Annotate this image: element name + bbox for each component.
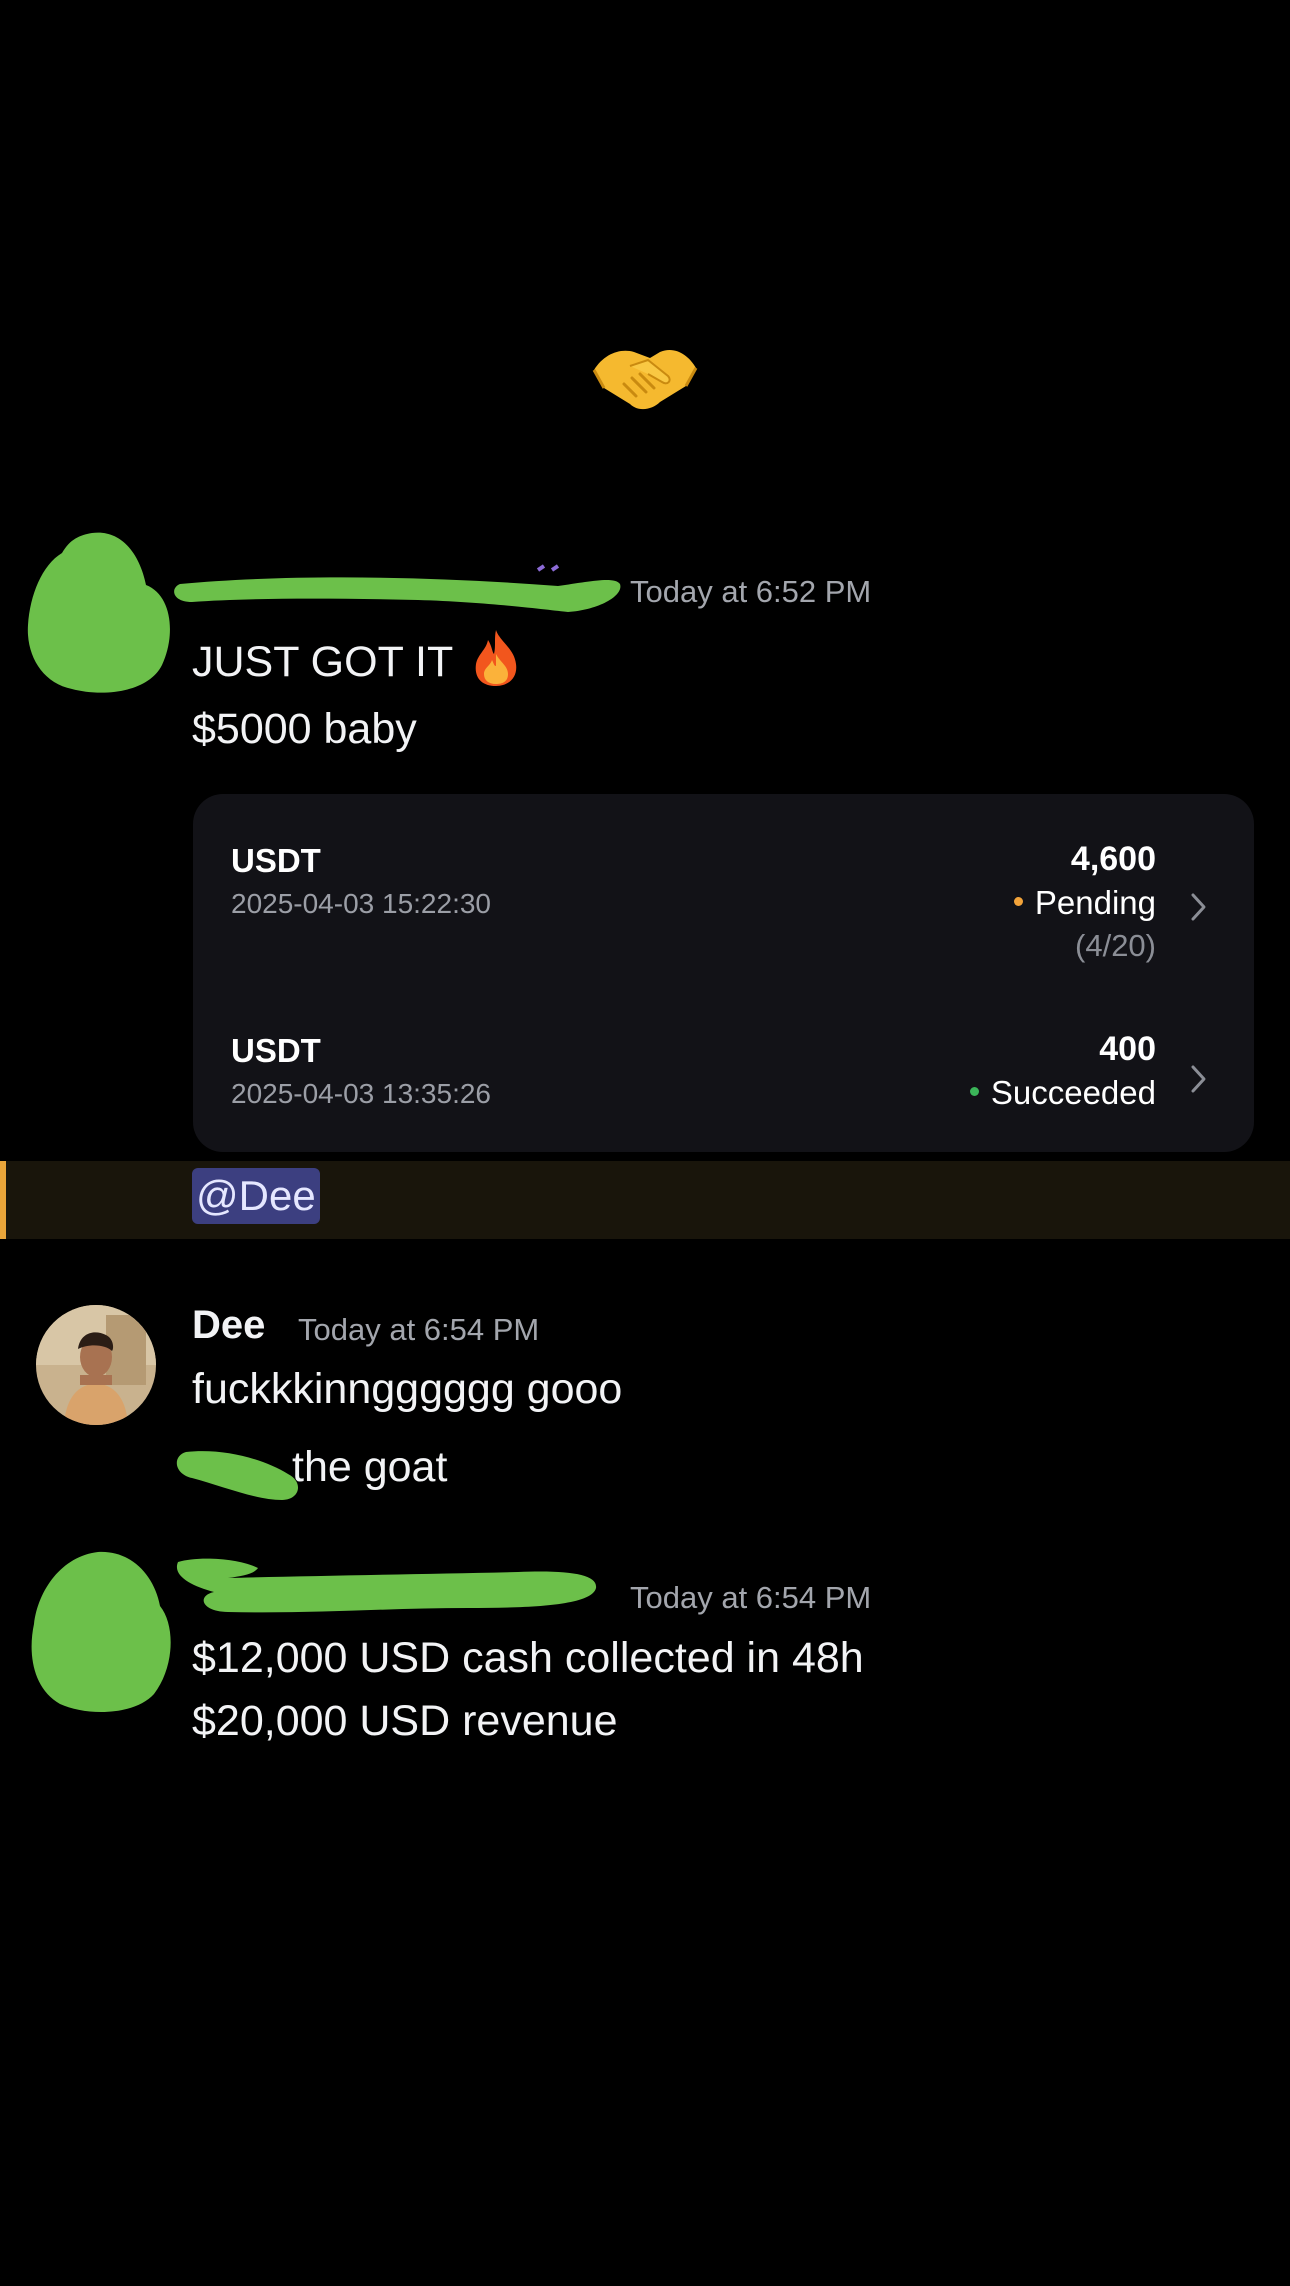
message-line: JUST GOT IT	[192, 628, 522, 687]
message-timestamp: Today at 6:52 PM	[630, 574, 872, 609]
transaction-progress: (4/20)	[1075, 928, 1156, 963]
message-line: $20,000 USD revenue	[192, 1697, 618, 1745]
message-username[interactable]: Dee	[192, 1303, 265, 1348]
avatar[interactable]	[36, 1305, 156, 1425]
transaction-amount: 4,600	[1070, 840, 1156, 878]
user-mention[interactable]: @Dee	[192, 1168, 320, 1224]
message-line: the goat	[292, 1443, 448, 1491]
transaction-status: Pending	[1013, 884, 1156, 922]
transaction-coin: USDT	[231, 1032, 321, 1069]
transaction-status: Succeeded	[969, 1074, 1156, 1112]
fire-emoji-icon	[476, 630, 517, 686]
chevron-right-icon	[1191, 1065, 1206, 1093]
status-dot-pending	[1013, 896, 1023, 906]
message-timestamp: Today at 6:54 PM	[298, 1312, 540, 1347]
transaction-datetime: 2025-04-03 13:35:26	[231, 1078, 491, 1109]
message-line: fuckkkinngggggg gooo	[192, 1365, 623, 1413]
mention-accent-bar	[0, 1161, 6, 1239]
transaction-row[interactable]: USDT 2025-04-03 15:22:30 4,600 Pending (…	[193, 794, 1254, 963]
redacted-text	[176, 1451, 299, 1500]
transaction-amount: 400	[1099, 1030, 1156, 1068]
redacted-username	[174, 564, 621, 612]
transaction-row[interactable]: USDT 2025-04-03 13:35:26 400 Succeeded	[193, 984, 1254, 1134]
handshake-emoji-icon	[592, 349, 698, 410]
status-dot-succeeded	[969, 1086, 979, 1096]
message-timestamp: Today at 6:54 PM	[630, 1580, 872, 1615]
redacted-avatar	[27, 532, 170, 693]
chevron-right-icon	[1191, 893, 1206, 921]
redacted-avatar	[31, 1551, 171, 1713]
transaction-coin: USDT	[231, 842, 321, 879]
redacted-username	[176, 1558, 597, 1613]
transaction-card: USDT 2025-04-03 15:22:30 4,600 Pending (…	[193, 794, 1254, 1152]
message-line: $12,000 USD cash collected in 48h	[192, 1634, 864, 1682]
avatar-photo	[36, 1305, 156, 1425]
message-line: $5000 baby	[192, 705, 417, 753]
transaction-datetime: 2025-04-03 15:22:30	[231, 888, 491, 919]
